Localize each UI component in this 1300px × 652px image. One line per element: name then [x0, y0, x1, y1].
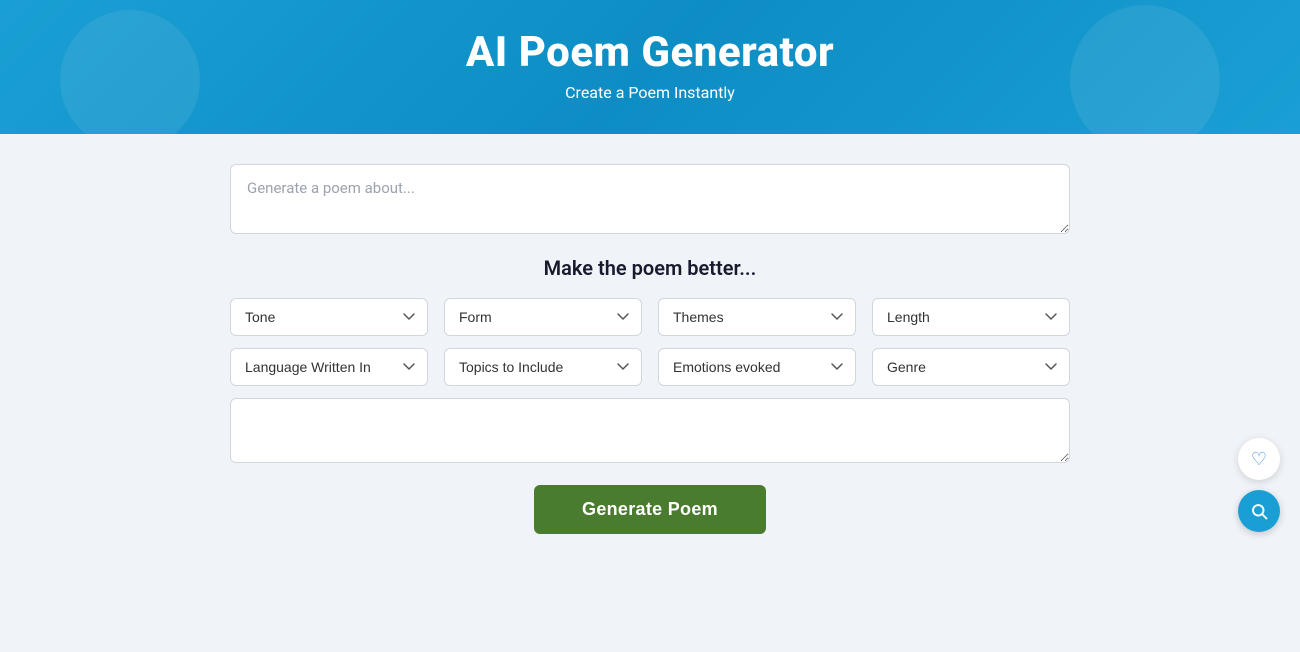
language-dropdown[interactable]: Language Written In English Spanish Fren…: [230, 348, 428, 386]
search-button[interactable]: [1238, 490, 1280, 532]
topics-dropdown[interactable]: Topics to Include Nature Love Family Fri…: [444, 348, 642, 386]
dropdowns-container: Tone Happy Sad Romantic Angry Melancholi…: [230, 298, 1070, 386]
themes-dropdown[interactable]: Themes Love Nature Death Hope War: [658, 298, 856, 336]
tone-dropdown[interactable]: Tone Happy Sad Romantic Angry Melancholi…: [230, 298, 428, 336]
page-title: AI Poem Generator: [0, 28, 1300, 77]
page-subtitle: Create a Poem Instantly: [0, 83, 1300, 102]
form-dropdown[interactable]: Form Sonnet Haiku Free Verse Ode Limeric…: [444, 298, 642, 336]
dropdowns-row-2: Language Written In English Spanish Fren…: [230, 348, 1070, 386]
genre-dropdown[interactable]: Genre Lyric Narrative Dramatic Epic: [872, 348, 1070, 386]
dropdowns-row-1: Tone Happy Sad Romantic Angry Melancholi…: [230, 298, 1070, 336]
output-textarea[interactable]: [230, 398, 1070, 463]
heart-icon: ♡: [1251, 449, 1267, 470]
header: AI Poem Generator Create a Poem Instantl…: [0, 0, 1300, 134]
poem-input[interactable]: [230, 164, 1070, 234]
floating-buttons: ♡: [1238, 438, 1280, 532]
emotions-dropdown[interactable]: Emotions evoked Joy Sadness Fear Surpris…: [658, 348, 856, 386]
search-icon: [1250, 502, 1268, 520]
generate-poem-button[interactable]: Generate Poem: [534, 485, 766, 534]
make-better-label: Make the poem better...: [544, 256, 757, 280]
length-dropdown[interactable]: Length Short Medium Long: [872, 298, 1070, 336]
heart-button[interactable]: ♡: [1238, 438, 1280, 480]
main-content: Make the poem better... Tone Happy Sad R…: [0, 134, 1300, 554]
